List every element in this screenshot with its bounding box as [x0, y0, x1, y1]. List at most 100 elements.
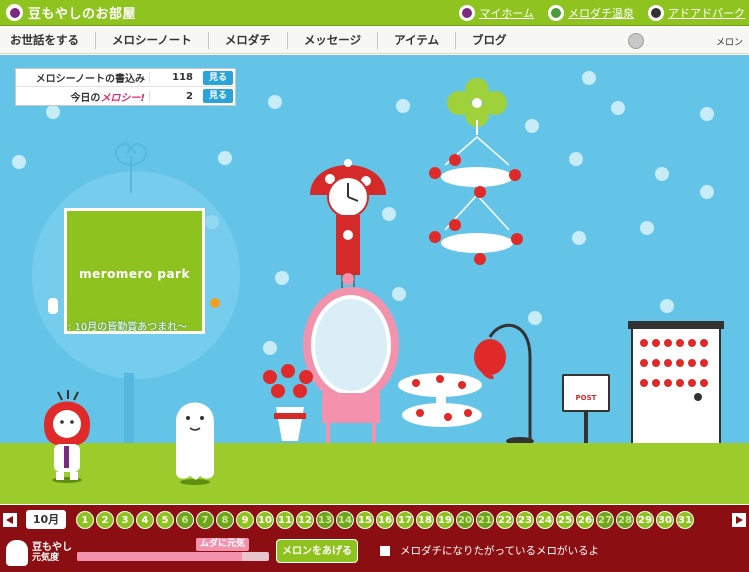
calendar-day[interactable]: 31 — [676, 510, 694, 529]
calendar-day[interactable]: 17 — [396, 510, 414, 529]
nav-blog[interactable]: ブログ — [456, 32, 523, 49]
hanging-plant — [429, 78, 523, 265]
wall-dot — [268, 95, 282, 109]
mood-caption: 元気度 — [32, 553, 60, 563]
melon-ball-icon — [628, 33, 644, 49]
top-links: マイホーム メロダチ温泉 アドアドパーク — [459, 0, 745, 26]
calendar-day[interactable]: 19 — [436, 510, 454, 529]
calendar-day[interactable]: 24 — [536, 510, 554, 529]
calendar-day[interactable]: 11 — [276, 510, 294, 529]
feed-melon-button[interactable]: メロンをあげる — [276, 539, 358, 563]
wall-dot — [569, 152, 583, 166]
status-bar: 豆もやし 元気度 ムダに元気 メロンをあげる メロダチになりたがっているメロがい… — [0, 534, 749, 572]
room-icon — [6, 4, 23, 21]
notebook-counter: メロシーノートの書込み 118 見る — [16, 69, 235, 87]
calendar-day[interactable]: 6 — [176, 510, 194, 529]
nav-notebook[interactable]: メロシーノート — [96, 31, 209, 49]
calendar-month: 10月 — [26, 510, 66, 529]
nav-care[interactable]: お世話をする — [0, 31, 96, 49]
calendar-next-button[interactable] — [732, 512, 746, 527]
mood-bar-fill — [77, 552, 243, 561]
header-bar: 豆もやしのお部屋 マイホーム メロダチ温泉 アドアドパーク — [0, 0, 749, 26]
calendar-day[interactable]: 29 — [636, 510, 654, 529]
calendar-day[interactable]: 8 — [216, 510, 234, 529]
calendar-day[interactable]: 18 — [416, 510, 434, 529]
wall-dot — [700, 185, 714, 199]
wall-dot — [640, 221, 654, 235]
calendar-day[interactable]: 23 — [516, 510, 534, 529]
moyashi-avatar — [6, 540, 28, 566]
wall-dot — [582, 71, 596, 85]
calendar-days: 1 2 3 4 5 6 7 8 9 10 11 12 13 14 15 16 17 18 19 20 21 22 23 24 2… — [76, 510, 694, 529]
mood-bar — [77, 552, 269, 561]
calendar-day[interactable]: 27 — [596, 510, 614, 529]
nav-items[interactable]: アイテム — [378, 31, 456, 49]
board-brand: meromero park — [79, 267, 190, 281]
see-notebook-button[interactable]: 見る — [203, 70, 233, 85]
notification-message[interactable]: メロダチになりたがっているメロがいるよ — [400, 543, 599, 558]
strawberry-lamp[interactable] — [470, 317, 540, 447]
calendar-day[interactable]: 26 — [576, 510, 594, 529]
scroll-right-icon[interactable] — [210, 298, 220, 308]
park-icon — [648, 5, 664, 21]
nav-friends[interactable]: メロダチ — [209, 31, 288, 49]
calendar-day[interactable]: 2 — [96, 510, 114, 529]
see-meroshi-button[interactable]: 見る — [203, 89, 233, 103]
wall-dot — [46, 105, 60, 119]
wall-dot — [572, 231, 586, 245]
nav-messages[interactable]: メッセージ — [288, 31, 379, 49]
room-scene: メロシーノートの書込み 118 見る 今日のメロシー! 2 見る meromer… — [0, 55, 749, 504]
calendar-day[interactable]: 7 — [196, 510, 214, 529]
mushroom-character[interactable] — [40, 388, 94, 486]
counter-panel: メロシーノートの書込み 118 見る 今日のメロシー! 2 見る — [15, 68, 236, 106]
wall-dot — [275, 271, 289, 285]
calendar-day[interactable]: 30 — [656, 510, 674, 529]
tree-swirl-icon — [114, 143, 148, 193]
calendar-day[interactable]: 9 — [236, 510, 254, 529]
calendar-day[interactable]: 16 — [376, 510, 394, 529]
calendar-day[interactable]: 3 — [116, 510, 134, 529]
calendar-day[interactable]: 5 — [156, 510, 174, 529]
room-title: 豆もやしのお部屋 — [28, 7, 137, 22]
park-link[interactable]: アドアドパーク — [648, 5, 745, 21]
wall-dot — [660, 299, 674, 313]
calendar-day[interactable]: 21 — [476, 510, 494, 529]
meroshi-counter: 今日のメロシー! 2 見る — [16, 87, 235, 105]
calendar-day[interactable]: 15 — [356, 510, 374, 529]
wall-dot — [396, 99, 410, 113]
wall-dot — [12, 155, 26, 169]
pet-name: 豆もやし — [32, 542, 72, 553]
calendar-bar: 10月 1 2 3 4 5 6 7 8 9 10 11 12 13 14 15 16 17 18 19 20 21 22 2… — [0, 505, 749, 534]
user-label: メロン — [715, 38, 743, 48]
board-news-text[interactable]: : 10月の皆勤賞あつまれ〜 — [68, 318, 187, 333]
room-door[interactable] — [628, 321, 724, 447]
wall-dot — [218, 151, 232, 165]
scroll-left-icon[interactable] — [48, 298, 58, 314]
room-floor — [0, 443, 749, 504]
mushroom-icon — [459, 5, 476, 21]
mood-label: ムダに元気 — [196, 538, 250, 551]
calendar-day[interactable]: 10 — [256, 510, 274, 529]
calendar-day[interactable]: 1 — [76, 510, 94, 529]
moyashi-character[interactable] — [170, 392, 220, 484]
calendar-day[interactable]: 13 — [316, 510, 334, 529]
calendar-day[interactable]: 22 — [496, 510, 514, 529]
main-nav: お世話をする メロシーノート メロダチ メッセージ アイテム ブログ メロン — [0, 27, 749, 54]
post-box[interactable]: POST — [562, 374, 610, 412]
calendar-day[interactable]: 28 — [616, 510, 634, 529]
onsen-link[interactable]: メロダチ温泉 — [548, 5, 634, 21]
calendar-day[interactable]: 12 — [296, 510, 314, 529]
wall-dot — [263, 341, 277, 355]
tree-trunk — [124, 373, 134, 453]
my-home-link[interactable]: マイホーム — [459, 5, 534, 21]
calendar-day[interactable]: 20 — [456, 510, 474, 529]
calendar-day[interactable]: 14 — [336, 510, 354, 529]
calendar-prev-button[interactable] — [3, 512, 17, 527]
message-checkbox[interactable] — [380, 546, 390, 556]
calendar-day[interactable]: 25 — [556, 510, 574, 529]
news-board[interactable]: meromero park — [64, 208, 205, 334]
wall-dot — [700, 107, 714, 121]
calendar-day[interactable]: 4 — [136, 510, 154, 529]
flower-pot[interactable] — [258, 363, 322, 443]
onsen-icon — [548, 5, 564, 21]
